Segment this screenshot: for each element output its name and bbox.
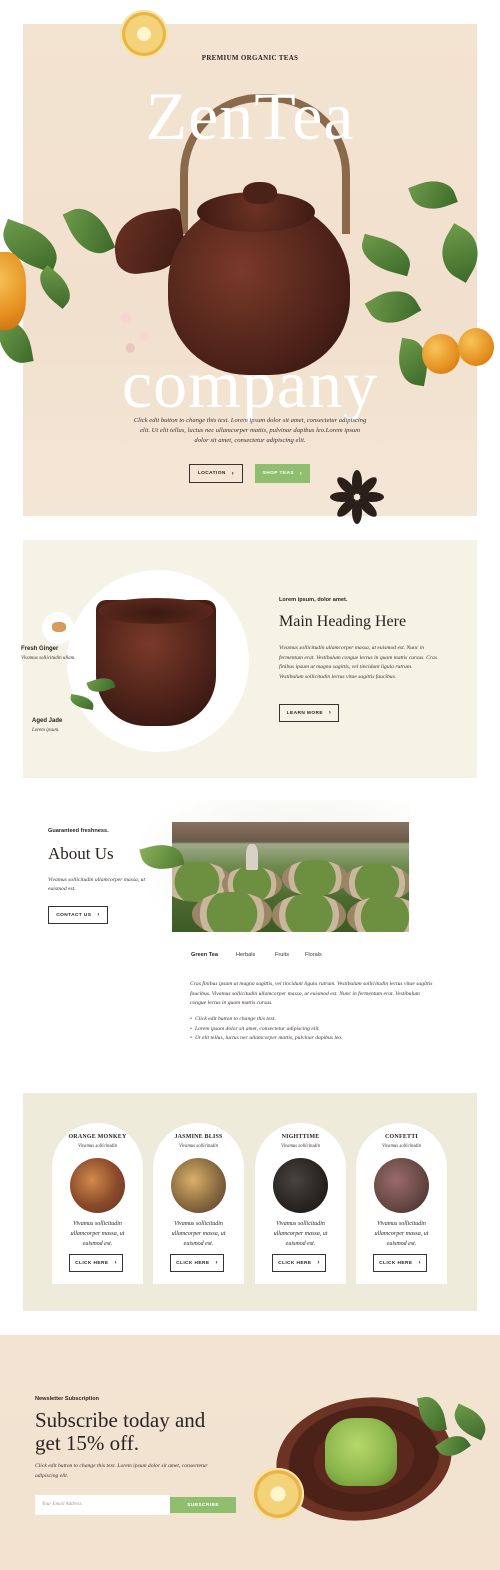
newsletter-eyebrow: Newsletter Subscription [35,1396,100,1402]
learn-more-button[interactable]: LEARN MORE › [279,704,339,722]
tea-tabs: Green Tea Herbals Fruits Florals [191,952,347,958]
product-click-here-button[interactable]: CLICK HERE › [373,1254,427,1272]
email-input[interactable]: Your Email Address [35,1495,170,1515]
product-name: ORANGE MONKEY [68,1134,127,1140]
tab-content-text: Cras finibus ipsum ut magna sagittis, ve… [190,981,433,1006]
contact-us-button[interactable]: CONTACT US › [48,906,108,924]
chevron-right-icon: › [215,1260,218,1266]
product-description: Vivamus sollicitudin ullamcorper massa, … [374,1221,429,1247]
fresh-ginger-title: Fresh Ginger [21,646,59,652]
jasmine-bliss-tea-image [171,1158,226,1213]
lemon-slice-image [252,1468,304,1520]
product-name: NIGHTTIME [281,1134,320,1140]
product-description: Vivamus sollicitudin ullamcorper massa, … [171,1221,226,1247]
product-description: Vivamus sollicitudin ullamcorper massa, … [70,1221,125,1247]
tea-drying-photo [172,822,409,932]
location-button[interactable]: LOCATION › [189,464,243,483]
shop-teas-button-label: SHOP TEAS [262,471,294,476]
chevron-right-icon: › [418,1260,421,1266]
learn-more-button-label: LEARN MORE [286,710,323,716]
product-button-label: CLICK HERE [278,1260,312,1266]
location-button-label: LOCATION [197,471,226,476]
product-click-here-button[interactable]: CLICK HERE › [69,1254,123,1272]
product-card: NIGHTTIME Vivamus sollicitudin Vivamus s… [255,1123,346,1284]
ginger-image [52,622,66,632]
hero-title-line1: ZenTea [145,78,355,154]
tea-cup-rim-image [98,598,214,624]
orange-monkey-tea-image [70,1158,125,1213]
product-name: CONFETTI [385,1134,418,1140]
aged-jade-title: Aged Jade [32,718,63,724]
hero-description: Click edit button to change this text. L… [133,417,367,444]
subscribe-button-label: SUBSCRIBE [187,1502,219,1508]
feature-description: Vivamus sollicitudin ullamcorper massa, … [279,645,438,680]
product-button-label: CLICK HERE [75,1260,109,1266]
tab-content-list: Click edit button to change this text. L… [195,1015,436,1044]
matcha-image [325,1418,397,1486]
chevron-right-icon: › [317,1260,320,1266]
product-button-label: CLICK HERE [379,1260,413,1266]
product-click-here-button[interactable]: CLICK HERE › [170,1254,224,1272]
about-description: Vivamus sollicitudin ullamcorper massa, … [48,877,146,892]
product-card: CONFETTI Vivamus sollicitudin Vivamus so… [356,1123,447,1284]
tab-green-tea[interactable]: Green Tea [191,952,233,958]
star-anise-image [330,470,384,524]
lemon-slice-image [120,10,168,58]
newsletter-description: Click edit button to change this text. L… [35,1463,208,1479]
hero-eyebrow: PREMIUM ORGANIC TEAS [201,54,299,62]
list-item: Lorem ipsum dolor sit amet, consectetur … [195,1025,436,1035]
chevron-right-icon: › [114,1260,117,1266]
list-item: Ut elit tellus, luctus nec ullamcorper m… [195,1034,436,1044]
product-subtitle: Vivamus sollicitudin [382,1144,421,1149]
shop-teas-button[interactable]: SHOP TEAS › [255,464,310,483]
about-heading: About Us [48,844,114,863]
chevron-right-icon: › [328,710,332,716]
chevron-right-icon: › [299,470,303,477]
product-card: ORANGE MONKEY Vivamus sollicitudin Vivam… [52,1123,143,1284]
chevron-right-icon: › [97,912,100,918]
about-eyebrow: Guaranteed freshness. [48,828,109,834]
feature-heading: Main Heading Here [279,613,407,630]
chevron-right-icon: › [231,470,235,477]
subscribe-button[interactable]: SUBSCRIBE [170,1497,236,1513]
product-name: JASMINE BLISS [174,1134,223,1140]
teapot-knob-image [243,182,277,204]
product-button-label: CLICK HERE [176,1260,210,1266]
product-subtitle: Vivamus sollicitudin [78,1144,117,1149]
aged-jade-subtitle: Lorem ipsum. [32,728,60,733]
newsletter-heading: Subscribe today and get 15% off. [35,1408,206,1455]
hero-title-line2: company [121,346,379,422]
product-card: JASMINE BLISS Vivamus sollicitudin Vivam… [153,1123,244,1284]
feature-eyebrow: Lorem ipsum, dolor amet. [279,597,348,603]
contact-us-button-label: CONTACT US [56,912,92,918]
nighttime-tea-image [273,1158,328,1213]
product-description: Vivamus sollicitudin ullamcorper massa, … [273,1221,328,1247]
tab-florals[interactable]: Florals [305,952,347,958]
product-subtitle: Vivamus sollicitudin [281,1144,320,1149]
fresh-ginger-subtitle: Vivamus sollicitudin ullam. [21,656,76,661]
product-click-here-button[interactable]: CLICK HERE › [272,1254,326,1272]
product-subtitle: Vivamus sollicitudin [179,1144,218,1149]
confetti-tea-image [374,1158,429,1213]
tab-herbals[interactable]: Herbals [236,952,278,958]
list-item: Click edit button to change this text. [195,1015,436,1025]
